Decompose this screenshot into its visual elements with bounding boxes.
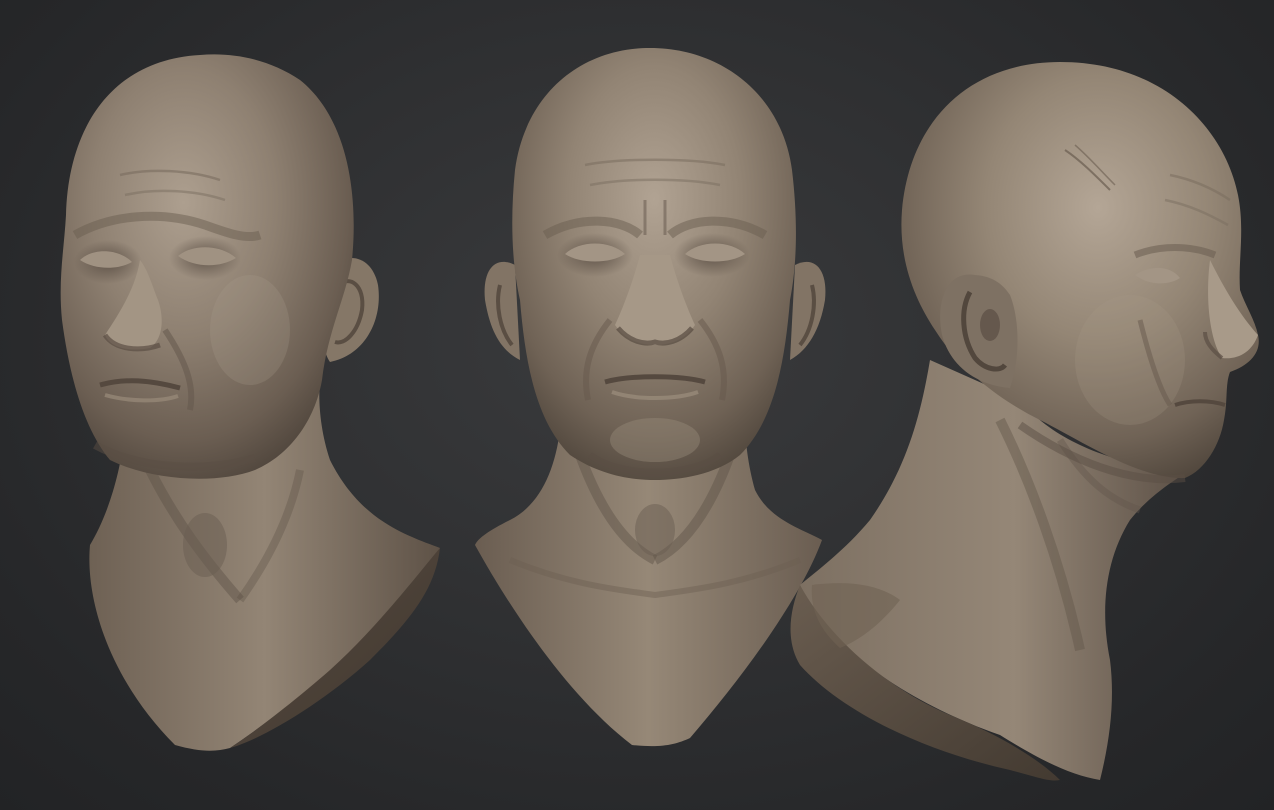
sculpt-viewport (0, 0, 1274, 810)
bust-profile-right (790, 62, 1259, 781)
sculpt-render (60, 48, 1259, 781)
bust-front (475, 48, 826, 747)
bust-three-quarter-left (60, 54, 440, 751)
